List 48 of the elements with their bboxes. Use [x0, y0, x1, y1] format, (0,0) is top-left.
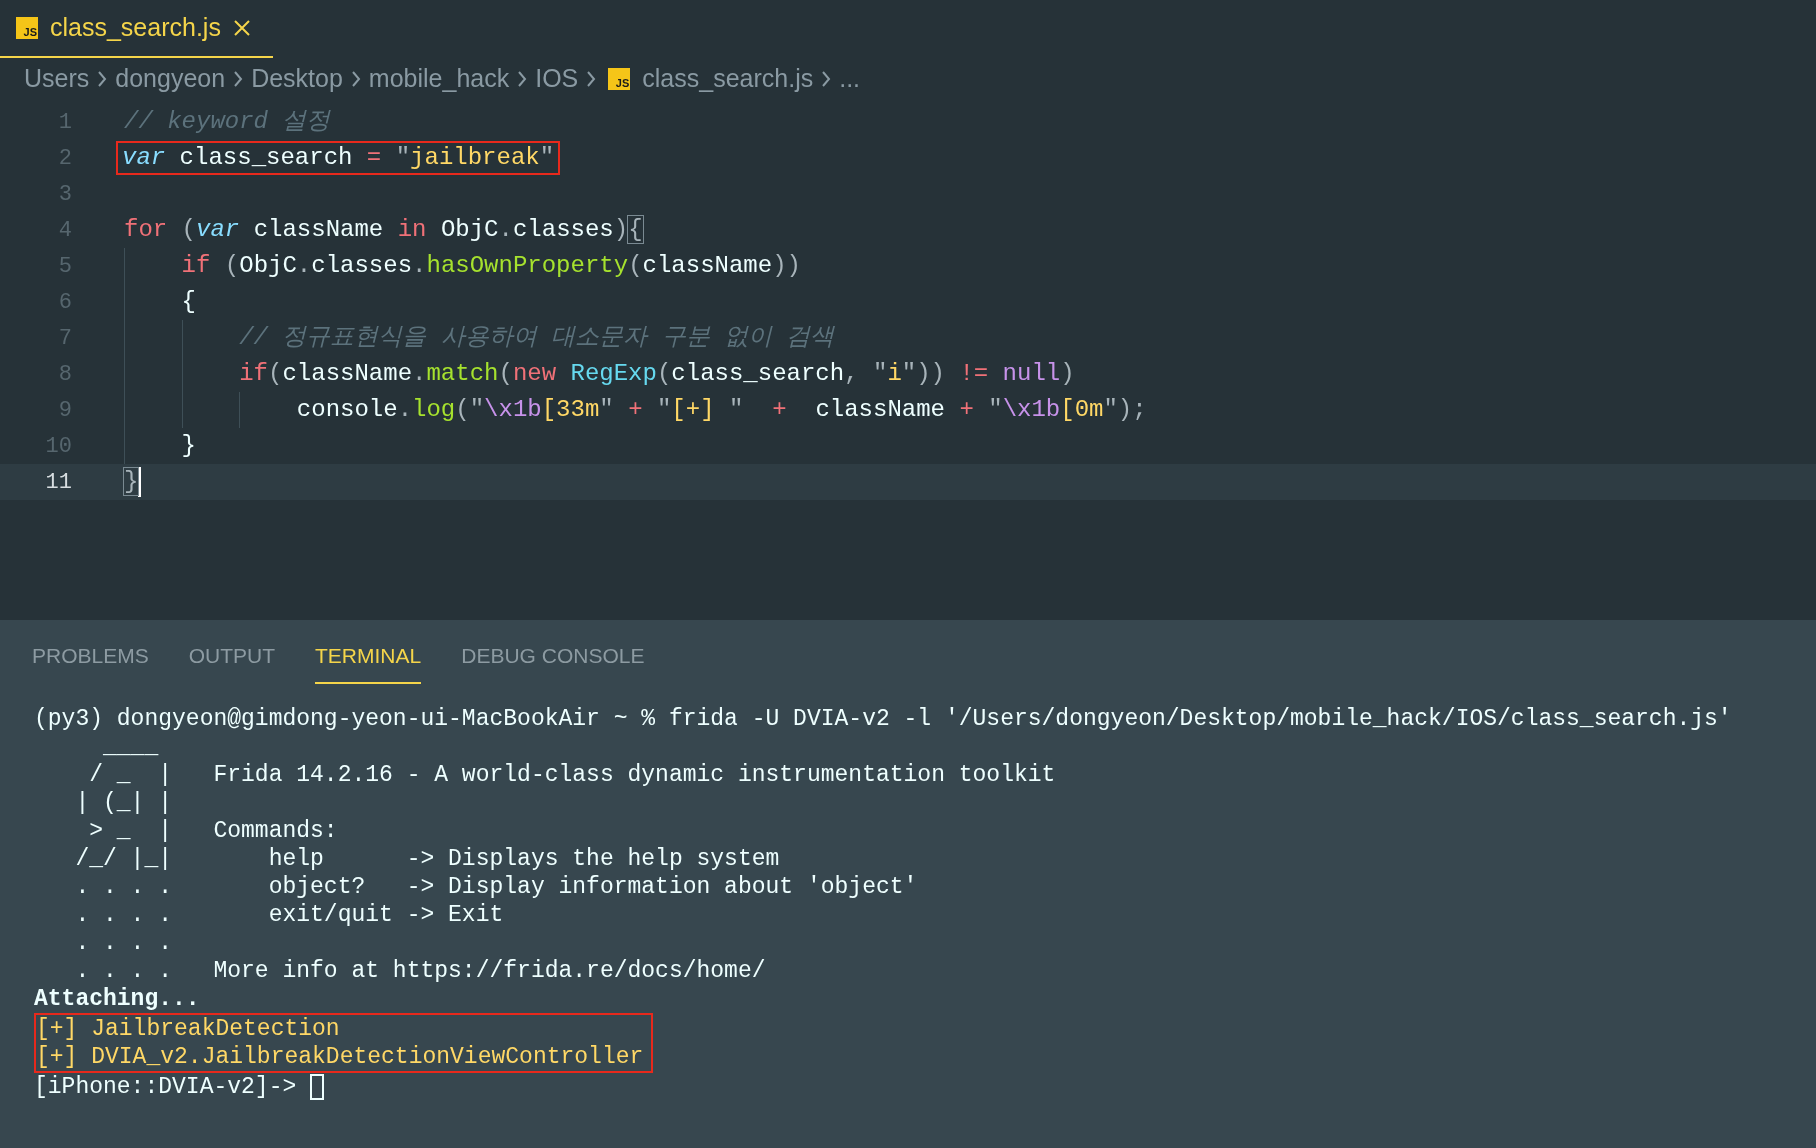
chevron-right-icon — [517, 70, 528, 88]
breadcrumb-more[interactable]: ... — [839, 60, 861, 98]
terminal-line: Attaching... — [34, 985, 201, 1013]
panel-tab[interactable]: PROBLEMS — [32, 640, 149, 684]
js-file-icon: JS — [16, 17, 38, 39]
terminal-line: . . . . — [74, 929, 174, 957]
code-line: // keyword 설정 — [124, 107, 331, 137]
panel-tab[interactable]: TERMINAL — [315, 640, 422, 684]
code-line: } — [124, 467, 139, 497]
breadcrumb-item[interactable]: IOS — [535, 60, 579, 98]
code-line: { — [180, 287, 196, 317]
code-line: console.log("\x1b[33m" + "[+] " + className + "\x1b[0m"); — [295, 395, 1147, 425]
terminal-line: | (_| | — [74, 789, 174, 817]
code-line: if(className.match(new RegExp(class_search, "i")) != null) — [238, 359, 1075, 389]
terminal-line: ____ — [102, 733, 160, 761]
terminal-line: . . . . exit/quit -> Exit — [74, 901, 505, 929]
breadcrumb-item[interactable]: mobile_hack — [368, 60, 510, 98]
breadcrumb-item[interactable]: Desktop — [251, 60, 343, 98]
chevron-right-icon — [350, 70, 361, 88]
breadcrumb-item[interactable]: class_search.js — [642, 60, 814, 98]
terminal-line: / _ | Frida 14.2.16 - A world-class dynamic instrumentation toolkit — [88, 761, 1057, 789]
code-line: var class_search = "jailbreak" — [118, 143, 559, 173]
terminal-line: > _ | Commands: — [88, 817, 339, 845]
terminal-prompt: [iPhone::DVIA-v2]-> — [34, 1073, 298, 1101]
chevron-right-icon — [821, 70, 832, 88]
terminal-cursor — [310, 1074, 325, 1100]
panel-tab[interactable]: OUTPUT — [188, 640, 276, 684]
breadcrumb-item[interactable]: dongyeon — [115, 60, 226, 98]
code-line: } — [180, 431, 196, 461]
chevron-right-icon — [97, 70, 108, 88]
breadcrumb-item[interactable]: Users — [24, 60, 90, 98]
panel-tab[interactable]: DEBUG CONSOLE — [461, 640, 645, 684]
editor-tab[interactable]: JS class_search.js — [0, 0, 273, 58]
js-file-icon: JS — [608, 68, 631, 90]
close-icon — [232, 19, 251, 37]
terminal-line: . . . . More info at https://frida.re/docs/home/ — [74, 957, 767, 985]
terminal-line: [+] JailbreakDetection — [36, 1015, 341, 1043]
terminal-line: . . . . object? -> Display information about 'object' — [74, 873, 919, 901]
terminal-line: (py3) dongyeon@gimdong-yeon-ui-MacBookAir ~ % frida -U DVIA-v2 -l '/Users/dongyeon/Desktop/mobile_hack/IOS/class_search.js' — [34, 705, 1733, 733]
line-number: 11 — [44, 468, 72, 497]
chevron-right-icon — [586, 70, 597, 88]
terminal-line: [+] DVIA_v2.JailbreakDetectionViewController — [36, 1043, 644, 1071]
chevron-right-icon — [233, 70, 244, 88]
terminal-line: /_/ |_| help -> Displays the help system — [74, 845, 781, 873]
code-line: for (var className in ObjC.classes){ — [124, 215, 643, 245]
code-line: // 정규표현식을 사용하여 대소문자 구분 없이 검색 — [238, 323, 835, 353]
code-line: if (ObjC.classes.hasOwnProperty(className)) — [180, 251, 801, 281]
text-cursor — [138, 467, 142, 497]
